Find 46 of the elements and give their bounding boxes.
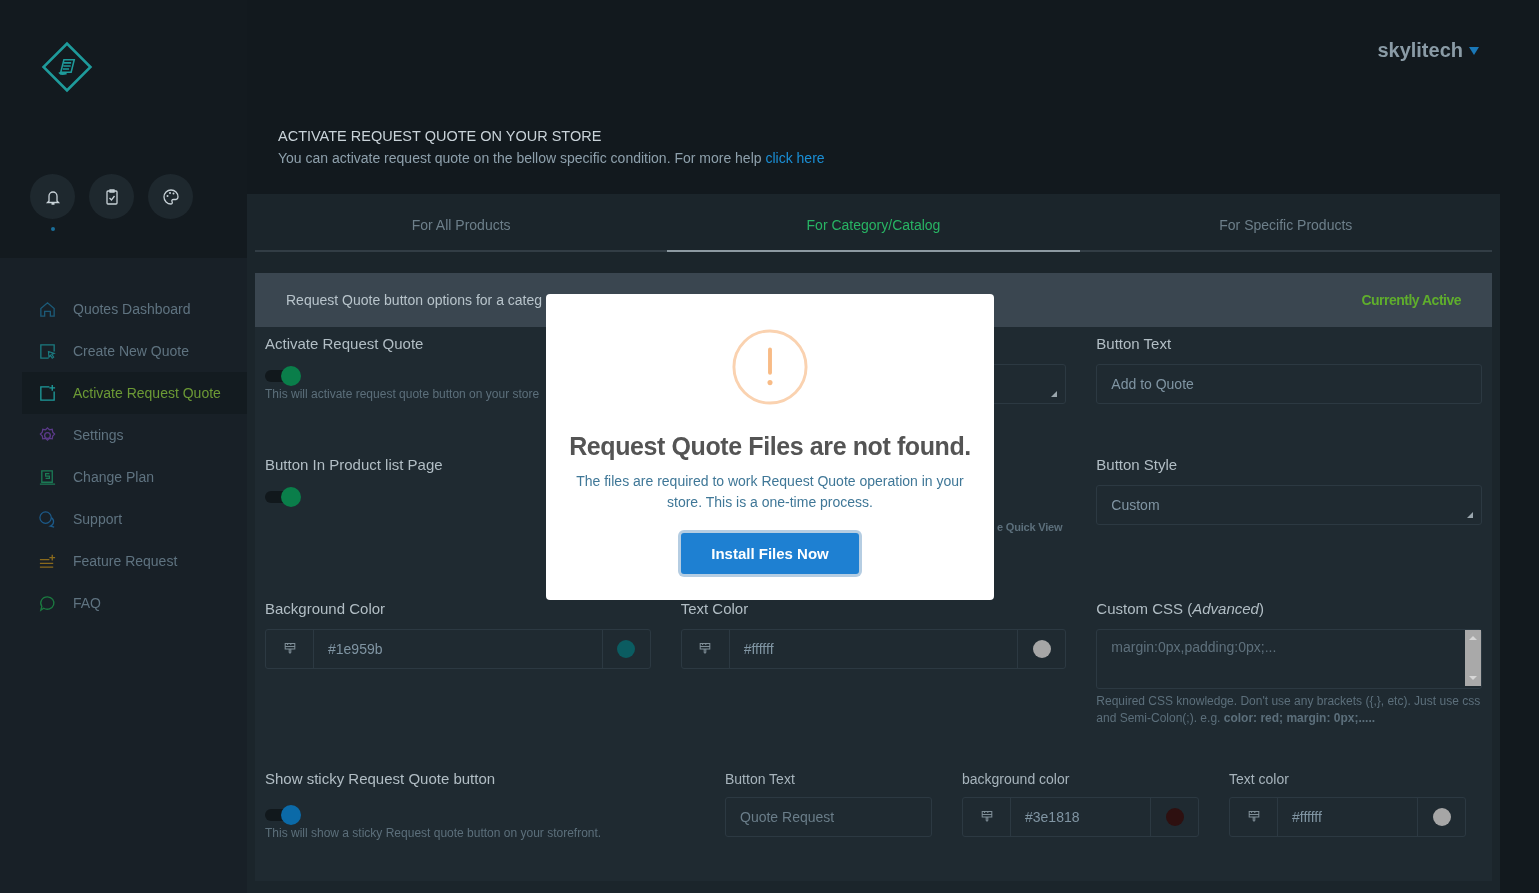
install-button[interactable]: Install Files Now <box>681 533 859 574</box>
field-label: Button Text <box>1096 334 1172 354</box>
hex-value-field[interactable]: #ffffff <box>1278 798 1417 836</box>
hint-text: This will activate request quote button on your store <box>265 386 541 403</box>
dialog-title: Request Quote Files are not found. <box>569 432 971 461</box>
text-field[interactable]: Quote Request <box>725 797 932 837</box>
tab[interactable]: For Specific Products <box>1079 194 1492 250</box>
field-label: Text Color <box>680 599 749 619</box>
sidebar-item[interactable]: FAQ <box>22 582 247 624</box>
sidebar-item[interactable]: Support <box>22 498 247 540</box>
dialog-message: The files are required to work Request Quote operation in your store. This is a one-time process. <box>575 472 965 512</box>
page-title: ACTIVATE REQUEST QUOTE ON YOUR STORE <box>278 128 603 144</box>
color-picker[interactable]: #1e959b <box>265 629 651 669</box>
page-subtitle: You can activate request quote on the bellow specific condition. For more help click here <box>278 150 826 166</box>
hex-value-field[interactable]: #1e959b <box>314 630 602 668</box>
sidebar-item[interactable]: Quotes Dashboard <box>22 288 247 330</box>
field-label: Button Text <box>725 769 795 789</box>
sidebar-item[interactable]: Feature Request <box>22 540 247 582</box>
field-label: background color <box>962 769 1070 789</box>
hex-value-field[interactable]: #3e1818 <box>1011 798 1150 836</box>
dropdown[interactable]: Custom <box>1096 485 1482 525</box>
help-link[interactable]: click here <box>765 150 825 166</box>
field-label: Show sticky Request Quote button <box>265 769 496 789</box>
field-label: Activate Request Quote <box>265 334 424 354</box>
section-title: Request Quote button options for a categ <box>286 292 543 308</box>
sidebar-item[interactable]: Activate Request Quote <box>22 372 247 414</box>
field-label: Button In Product list Page <box>265 455 443 475</box>
hint-text: Required CSS knowledge. Don't use any brackets ({,}, etc). Just use css and Semi-Colon(;). e.g. color: red; margin: 0px;..... <box>1096 693 1482 727</box>
status-label: Currently Active <box>1361 292 1461 308</box>
field-label: Text color <box>1229 769 1289 789</box>
field-label: Button Style <box>1096 455 1178 475</box>
hex-value-field[interactable]: #ffffff <box>729 630 1018 668</box>
color-picker[interactable]: #3e1818 <box>962 797 1199 837</box>
field-label: Background Color <box>265 599 386 619</box>
text-field[interactable]: Add to Quote <box>1096 364 1482 404</box>
field-label: Custom CSS (Advanced) <box>1096 599 1264 619</box>
tab[interactable]: For All Products <box>255 194 668 250</box>
sidebar-item[interactable]: Settings <box>22 414 247 456</box>
color-picker[interactable]: #ffffff <box>1229 797 1466 837</box>
hint-text: This will show a sticky Request quote button on your storefront. <box>265 825 603 842</box>
sidebar-item[interactable]: Create New Quote <box>22 330 247 372</box>
color-picker[interactable]: #ffffff <box>680 629 1067 669</box>
user-name[interactable]: skylitech <box>1377 39 1463 62</box>
hint-text: e Quick View <box>997 521 1064 533</box>
tab[interactable]: For Category/Catalog <box>667 194 1080 252</box>
sidebar-item[interactable]: Change Plan <box>22 456 247 498</box>
